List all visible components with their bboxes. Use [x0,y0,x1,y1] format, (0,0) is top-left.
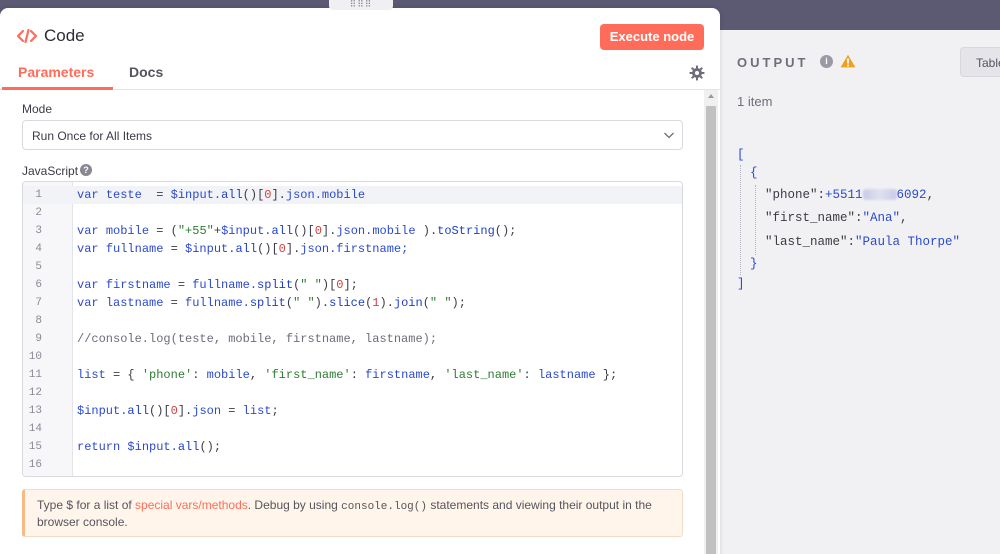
gear-icon[interactable] [689,65,705,81]
panel-drag-handle[interactable]: ⠿⠿⠿ [329,0,393,10]
code-icon [17,28,37,44]
execute-node-button[interactable]: Execute node [600,24,704,50]
table-view-button[interactable]: Table [960,47,1000,77]
line-number: 6 [35,279,42,291]
tab-parameters[interactable]: Parameters [18,64,94,80]
json-row: "first_name":"Ana", [765,211,908,225]
code-text: var lastname = fullname.split(" ").slice… [77,296,466,310]
code-editor[interactable]: 1 var teste = $input.all()[0].json.mobil… [22,181,683,477]
code-text: var mobile = ("+55"+$input.all()[0].json… [77,224,517,238]
code-line: 2 [23,204,682,222]
code-line: 8 [23,312,682,330]
json-indent-guide [755,185,756,255]
special-vars-link[interactable]: special vars/methods [135,498,248,512]
code-line: 5 [23,258,682,276]
code-line: 13 $input.all()[0].json = list; [23,402,682,420]
line-number: 3 [35,225,42,237]
info-icon[interactable]: i [820,55,833,68]
json-close-bracket: ] [737,277,745,291]
scrollbar[interactable] [704,90,718,554]
mode-select-value: Run Once for All Items [32,129,153,143]
line-number: 12 [28,387,42,399]
item-count: 1 item [737,94,773,109]
code-line: 12 [23,384,682,402]
line-number: 15 [28,441,42,453]
line-number: 11 [28,369,42,381]
mode-label: Mode [22,102,53,116]
scroll-up-arrow-icon[interactable] [708,94,714,98]
json-key: "last_name" [765,235,848,249]
code-line: 11 list = { 'phone': mobile, 'first_name… [23,366,682,384]
line-number: 10 [28,351,42,363]
json-row: "last_name":"Paula Thorpe" [765,235,961,249]
code-text: var fullname = $input.all()[0].json.firs… [77,242,409,256]
code-text: var firstname = fullname.split(" ")[0]; [77,278,358,292]
json-key: "first_name" [765,211,856,225]
line-number: 5 [35,261,42,273]
panel-header: Code Execute node Parameters Docs [0,8,720,90]
code-line: 1 var teste = $input.all()[0].json.mobil… [23,186,682,204]
json-value: "Paula Thorpe" [855,235,961,249]
code-text: list = { 'phone': mobile, 'first_name': … [77,368,618,382]
code-line: 16 [23,456,682,474]
line-number: 14 [28,423,42,435]
scrollbar-thumb[interactable] [706,106,716,554]
code-line: 3 var mobile = ("+55"+$input.all()[0].js… [23,222,682,240]
code-line: 10 [23,348,682,366]
line-number: 7 [35,297,42,309]
json-key: "phone" [765,188,818,202]
output-title: OUTPUT [737,55,809,70]
json-value-suffix: 6092 [896,188,927,202]
mode-select[interactable]: Run Once for All Items [22,120,683,150]
redacted-blur [862,189,897,201]
chevron-down-icon [664,132,674,139]
code-line: 4 var fullname = $input.all()[0].json.fi… [23,240,682,258]
code-text: return $input.all(); [77,440,222,454]
hint-text: Type $ for a list of [37,498,136,512]
code-text: //console.log(teste, mobile, firstname, … [77,332,438,346]
warning-icon[interactable] [840,54,856,68]
code-line: 9 //console.log(teste, mobile, firstname… [23,330,682,348]
line-number: 1 [35,189,42,201]
code-line: 14 [23,420,682,438]
json-value: "Ana" [862,211,901,225]
code-line: 7 var lastname = fullname.split(" ").sli… [23,294,682,312]
code-line: 15 return $input.all(); [23,438,682,456]
json-row: "phone":+5511 6092, [765,188,935,202]
code-text: var teste = $input.all()[0].json.mobile [77,188,366,202]
line-number: 16 [28,459,42,471]
json-open-brace: { [750,166,758,180]
code-line: 6 var firstname = fullname.split(" ")[0]… [23,276,682,294]
line-number: 13 [28,405,42,417]
line-number: 2 [35,207,42,219]
line-number: 9 [35,333,42,345]
node-title[interactable]: Code [44,26,85,46]
help-icon[interactable]: ? [80,164,92,176]
line-number: 4 [35,243,42,255]
line-number: 8 [35,315,42,327]
json-value-prefix: +5511 [825,188,863,202]
code-hint-callout: Type $ for a list of special vars/method… [22,489,683,537]
tab-docs[interactable]: Docs [129,64,163,80]
code-text: $input.all()[0].json = list; [77,404,279,418]
json-indent-guide [740,165,741,275]
active-tab-indicator [2,87,113,90]
json-close-brace: } [750,257,758,271]
json-open-bracket: [ [737,148,745,162]
hint-text: . Debug by using [247,498,342,512]
hint-code: console.log() [341,501,427,513]
